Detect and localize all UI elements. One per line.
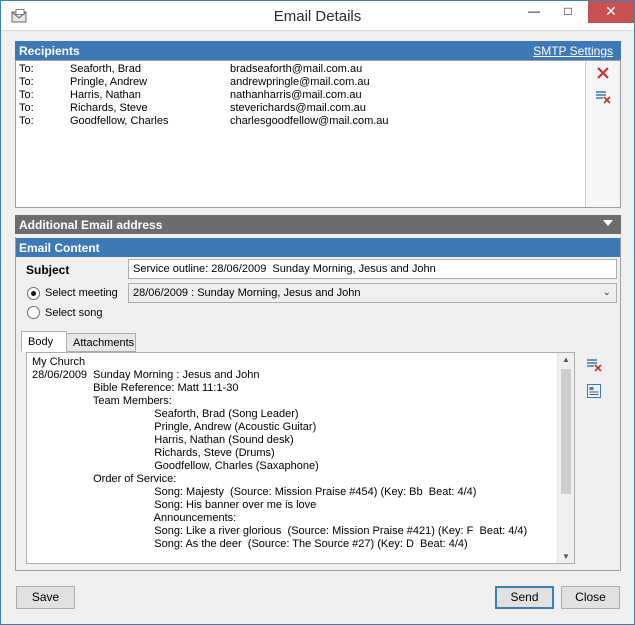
recipients-header: Recipients SMTP Settings bbox=[15, 41, 621, 60]
clear-body-icon[interactable] bbox=[586, 357, 602, 373]
meeting-select-value: 28/06/2009 : Sunday Morning, Jesus and J… bbox=[133, 287, 361, 299]
body-line: Goodfellow, Charles (Saxaphone) bbox=[32, 460, 319, 472]
recipient-row[interactable]: To: Richards, Steve steverichards@mail.c… bbox=[19, 102, 585, 115]
meeting-select[interactable]: 28/06/2009 : Sunday Morning, Jesus and J… bbox=[128, 283, 617, 303]
select-meeting-radio[interactable] bbox=[27, 287, 40, 300]
body-line: Pringle, Andrew (Acoustic Guitar) bbox=[32, 421, 317, 433]
body-line: Bible Reference: Matt 11:1-30 bbox=[32, 382, 239, 394]
recipient-type: To: bbox=[19, 102, 34, 114]
select-song-label[interactable]: Select song bbox=[45, 307, 102, 319]
recipient-row[interactable]: To: Seaforth, Brad bradseaforth@mail.com… bbox=[19, 63, 585, 76]
subject-label: Subject bbox=[26, 263, 70, 277]
recipient-name: Harris, Nathan bbox=[70, 89, 141, 101]
body-line: Harris, Nathan (Sound desk) bbox=[32, 434, 294, 446]
select-meeting-label[interactable]: Select meeting bbox=[45, 287, 118, 299]
close-window-button[interactable]: ✕ bbox=[588, 1, 634, 23]
email-details-window: Email Details — □ ✕ Recipients SMTP Sett… bbox=[0, 0, 635, 625]
recipients-list[interactable]: To: Seaforth, Brad bradseaforth@mail.com… bbox=[15, 60, 621, 208]
body-line: Team Members: bbox=[32, 395, 172, 407]
chevron-down-icon: ⌄ bbox=[602, 287, 611, 298]
recipient-name: Seaforth, Brad bbox=[70, 63, 141, 75]
body-line: Richards, Steve (Drums) bbox=[32, 447, 275, 459]
tab-attachments[interactable]: Attachments bbox=[66, 333, 136, 352]
recipients-toolbar bbox=[585, 61, 620, 207]
scroll-up-icon[interactable]: ▲ bbox=[558, 355, 574, 364]
email-body-textarea[interactable]: My Church 28/06/2009 Sunday Morning : Jes… bbox=[26, 352, 575, 564]
recipient-type: To: bbox=[19, 63, 34, 75]
recipient-email: andrewpringle@mail.com.au bbox=[230, 76, 370, 88]
subject-input[interactable] bbox=[128, 259, 617, 279]
save-button[interactable]: Save bbox=[16, 586, 75, 609]
scroll-down-icon[interactable]: ▼ bbox=[558, 552, 574, 561]
recipient-email: steverichards@mail.com.au bbox=[230, 102, 366, 114]
recipient-type: To: bbox=[19, 76, 34, 88]
body-scrollbar[interactable]: ▲ ▼ bbox=[557, 353, 574, 563]
recipient-type: To: bbox=[19, 115, 34, 127]
scroll-thumb[interactable] bbox=[561, 369, 571, 494]
body-line: Song: Like a river glorious (Source: Mis… bbox=[32, 525, 528, 537]
recipient-name: Pringle, Andrew bbox=[70, 76, 148, 88]
body-line: Song: Majesty (Source: Mission Praise #4… bbox=[32, 486, 477, 498]
smtp-settings-link[interactable]: SMTP Settings bbox=[533, 44, 613, 58]
recipient-row[interactable]: To: Pringle, Andrew andrewpringle@mail.c… bbox=[19, 76, 585, 89]
maximize-button[interactable]: □ bbox=[553, 1, 583, 23]
recipient-email: nathanharris@mail.com.au bbox=[230, 89, 362, 101]
insert-template-icon[interactable] bbox=[586, 383, 602, 399]
body-line: Order of Service: bbox=[32, 473, 177, 485]
additional-email-header[interactable]: Additional Email address bbox=[15, 215, 621, 234]
close-icon: ✕ bbox=[605, 3, 617, 19]
remove-recipient-icon[interactable] bbox=[595, 65, 611, 81]
recipient-row[interactable]: To: Goodfellow, Charles charlesgoodfello… bbox=[19, 115, 585, 128]
minimize-button[interactable]: — bbox=[519, 1, 549, 23]
recipient-row[interactable]: To: Harris, Nathan nathanharris@mail.com… bbox=[19, 89, 585, 102]
email-content-panel: Subject Select meeting 28/06/2009 : Sund… bbox=[15, 237, 621, 571]
recipient-email: charlesgoodfellow@mail.com.au bbox=[230, 115, 389, 127]
select-song-radio[interactable] bbox=[27, 306, 40, 319]
recipient-email: bradseaforth@mail.com.au bbox=[230, 63, 363, 75]
email-body-text: My Church 28/06/2009 Sunday Morning : Jes… bbox=[32, 356, 556, 551]
clear-recipients-icon[interactable] bbox=[595, 89, 611, 105]
recipient-name: Richards, Steve bbox=[70, 102, 148, 114]
tab-body[interactable]: Body bbox=[21, 331, 67, 352]
recipients-title: Recipients bbox=[19, 44, 80, 58]
additional-email-title: Additional Email address bbox=[19, 218, 163, 232]
body-line: Announcements: bbox=[32, 512, 237, 524]
body-line: Seaforth, Brad (Song Leader) bbox=[32, 408, 299, 420]
recipient-type: To: bbox=[19, 89, 34, 101]
body-line: 28/06/2009 Sunday Morning : Jesus and Jo… bbox=[32, 369, 260, 381]
close-button[interactable]: Close bbox=[561, 586, 620, 609]
minimize-icon: — bbox=[528, 4, 540, 18]
title-bar[interactable]: Email Details — □ ✕ bbox=[1, 1, 634, 31]
chevron-down-icon[interactable] bbox=[603, 220, 613, 226]
body-line: Song: His banner over me is love bbox=[32, 499, 317, 511]
body-line: My Church bbox=[32, 356, 86, 368]
recipient-name: Goodfellow, Charles bbox=[70, 115, 169, 127]
body-line: Song: As the deer (Source: The Source #2… bbox=[32, 538, 468, 550]
send-button[interactable]: Send bbox=[495, 586, 554, 609]
maximize-icon: □ bbox=[564, 4, 572, 18]
